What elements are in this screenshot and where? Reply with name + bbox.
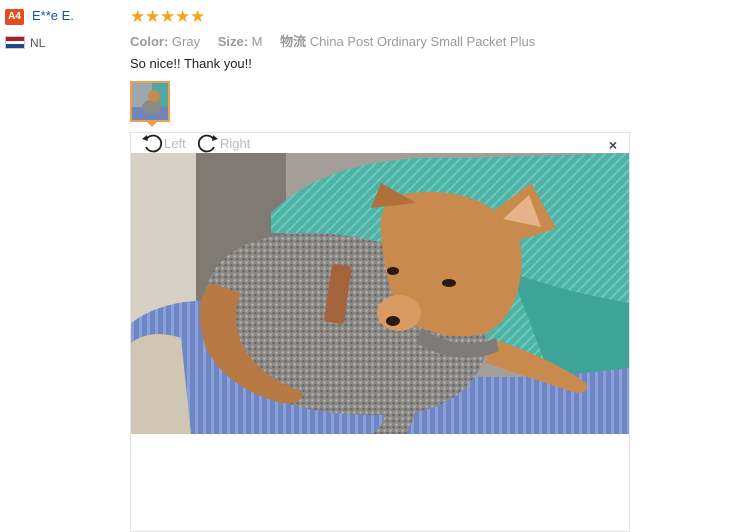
attr-color: Color: Gray bbox=[130, 34, 200, 49]
reviewer-name[interactable]: E**e E. bbox=[32, 8, 74, 23]
dog-photo-image bbox=[131, 153, 629, 434]
rotate-right-button[interactable]: Right bbox=[197, 134, 250, 153]
attr-shipping: 物流 China Post Ordinary Small Packet Plus bbox=[280, 31, 535, 50]
photo-viewer: Left Right × bbox=[130, 132, 630, 532]
rotate-left-label: Left bbox=[164, 136, 186, 151]
attr-color-value: Gray bbox=[171, 34, 201, 49]
star-icon: ★ bbox=[130, 7, 146, 26]
star-icon: ★ bbox=[160, 7, 176, 26]
attr-shipping-label: 物流 bbox=[280, 34, 307, 49]
review-attributes: Color: Gray Size: M 物流 China Post Ordina… bbox=[130, 31, 549, 50]
rotate-left-icon bbox=[142, 134, 163, 153]
attr-size-value: M bbox=[251, 34, 263, 49]
reviewer-country: NL bbox=[30, 36, 46, 50]
close-icon[interactable]: × bbox=[609, 137, 617, 153]
attr-size-label: Size: bbox=[217, 34, 249, 49]
review-text: So nice!! Thank you!! bbox=[130, 56, 252, 71]
review-photo bbox=[131, 153, 629, 434]
rotate-right-icon bbox=[197, 134, 218, 153]
attr-shipping-value: China Post Ordinary Small Packet Plus bbox=[309, 34, 536, 49]
flag-stripe-blue bbox=[6, 44, 24, 48]
review-photo-thumbnail[interactable] bbox=[130, 81, 170, 122]
attr-size: Size: M bbox=[218, 34, 263, 49]
star-rating: ★★★★★ bbox=[130, 7, 205, 27]
star-icon: ★ bbox=[175, 7, 191, 26]
star-icon: ★ bbox=[145, 7, 161, 26]
country-flag-icon bbox=[5, 36, 25, 49]
thumbnail-image bbox=[132, 83, 168, 120]
rotate-left-button[interactable]: Left bbox=[141, 134, 186, 153]
rotate-right-label: Right bbox=[220, 136, 251, 151]
avatar-badge: A4 bbox=[5, 9, 24, 25]
attr-color-label: Color: bbox=[130, 34, 169, 49]
thumbnail-pointer bbox=[146, 121, 158, 127]
star-icon: ★ bbox=[190, 7, 206, 26]
